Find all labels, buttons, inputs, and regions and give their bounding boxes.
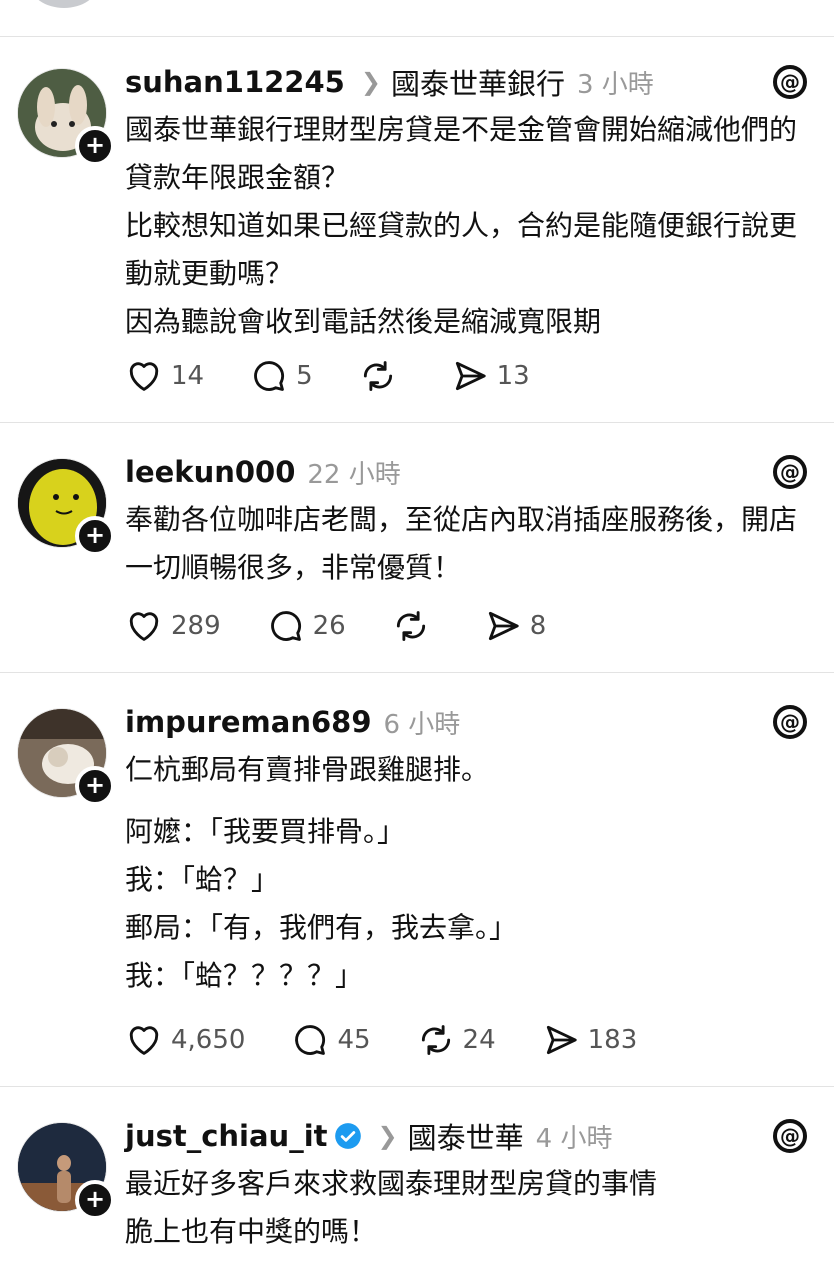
threads-icon[interactable]: @ [770, 62, 810, 102]
community-name[interactable]: 國泰世華 [408, 1115, 524, 1157]
post-body: 奉勸各位咖啡店老闆，至從店內取消插座服務後，開店一切順暢很多，非常優質！ [125, 496, 815, 592]
repost-count: 24 [462, 1025, 496, 1055]
comment-button[interactable]: 5 [250, 357, 313, 395]
post-text-line: 郵局：「有，我們有，我去拿。」 [125, 911, 518, 944]
heart-icon [129, 1026, 159, 1055]
post-header: impureman689 6 小時 [125, 702, 460, 742]
username[interactable]: leekun000 [125, 455, 295, 489]
post-header: leekun000 22 小時 [125, 452, 401, 492]
post-text-line: 奉勸各位咖啡店老闆，至從店內取消插座服務後，開店一切順暢很多，非常優質！ [125, 503, 798, 584]
share-button[interactable]: 8 [484, 607, 547, 645]
comment-icon [295, 1025, 326, 1055]
post-text-line: 脆上也有中獎的嗎！ [125, 1215, 378, 1248]
share-icon [488, 611, 519, 641]
svg-text:@: @ [780, 70, 800, 94]
like-count: 4,650 [171, 1025, 246, 1055]
post-actions: 14 5 13 [125, 356, 576, 396]
comment-count: 26 [312, 611, 346, 641]
post-actions: 289 26 8 [125, 606, 592, 646]
previous-post-avatar-fragment [30, 0, 98, 8]
share-count: 183 [587, 1025, 638, 1055]
post-text-line: 我：「蛤？」 [125, 863, 280, 896]
like-button[interactable]: 4,650 [125, 1021, 245, 1059]
share-count: 8 [529, 611, 547, 641]
follow-plus-icon[interactable]: + [75, 766, 115, 806]
post-text-line: 因為聽說會收到電話然後是縮減寬限期 [125, 305, 602, 338]
post-divider [0, 672, 834, 673]
post-text-line: 最近好多客戶來求救國泰理財型房貸的事情 [125, 1167, 658, 1200]
threads-icon[interactable]: @ [770, 452, 810, 492]
post-divider [0, 1086, 834, 1087]
username[interactable]: suhan112245 [125, 65, 345, 99]
comment-button[interactable]: 26 [267, 607, 346, 645]
avatar-post-1[interactable]: + [17, 68, 115, 166]
post-divider [0, 422, 834, 423]
username[interactable]: just_chiau_it [125, 1119, 328, 1153]
post-text-line: 國泰世華銀行理財型房貸是不是金管會開始縮減他們的貸款年限跟金額？ [125, 113, 798, 194]
avatar-post-2[interactable]: + [17, 458, 115, 556]
repost-icon [396, 611, 425, 641]
svg-text:@: @ [780, 710, 800, 734]
verified-badge-icon [334, 1123, 361, 1149]
chevron-right-icon: ❯ [360, 68, 381, 96]
username[interactable]: impureman689 [125, 705, 372, 739]
repost-icon [421, 1025, 450, 1055]
svg-text:@: @ [780, 1124, 800, 1148]
post-text-line: 比較想知道如果已經貸款的人，合約是能隨便銀行說更動就更動嗎？ [125, 209, 798, 290]
comment-count: 45 [337, 1025, 371, 1055]
chevron-right-icon: ❯ [377, 1122, 398, 1150]
follow-plus-icon[interactable]: + [75, 126, 115, 166]
heart-icon [129, 612, 159, 641]
post-header: suhan112245 ❯ 國泰世華銀行 3 小時 [125, 62, 654, 102]
repost-button[interactable]: 24 [417, 1021, 496, 1059]
like-count: 14 [171, 361, 205, 391]
like-button[interactable]: 14 [125, 357, 204, 395]
post-text-line: 阿嬤：「我要買排骨。」 [125, 815, 406, 848]
community-name[interactable]: 國泰世華銀行 [391, 61, 565, 103]
comment-icon [270, 611, 301, 641]
timestamp: 3 小時 [576, 69, 654, 100]
post-actions: 4,650 45 24 183 [125, 1020, 683, 1060]
comment-icon [254, 361, 285, 391]
timestamp: 22 小時 [307, 459, 401, 490]
share-icon [455, 361, 486, 391]
share-button[interactable]: 183 [542, 1021, 638, 1059]
timestamp: 4 小時 [535, 1123, 613, 1154]
share-button[interactable]: 13 [451, 357, 530, 395]
post-divider [0, 36, 834, 37]
repost-button[interactable] [359, 357, 405, 395]
comment-count: 5 [296, 361, 313, 391]
repost-icon [363, 361, 392, 391]
avatar-post-4[interactable]: + [17, 1122, 115, 1220]
heart-icon [129, 362, 159, 391]
repost-button[interactable] [392, 607, 438, 645]
timestamp: 6 小時 [383, 709, 461, 740]
share-icon [546, 1025, 577, 1055]
post-header: just_chiau_it ❯ 國泰世華 4 小時 [125, 1116, 612, 1156]
threads-icon[interactable]: @ [770, 702, 810, 742]
share-count: 13 [496, 361, 530, 391]
post-body: 最近好多客戶來求救國泰理財型房貸的事情 脆上也有中獎的嗎！ [125, 1160, 815, 1256]
post-text-line: 我：「蛤？？？？」 [125, 959, 364, 992]
follow-plus-icon[interactable]: + [75, 516, 115, 556]
like-count: 289 [171, 611, 221, 641]
comment-button[interactable]: 45 [291, 1021, 371, 1059]
like-button[interactable]: 289 [125, 607, 221, 645]
follow-plus-icon[interactable]: + [75, 1180, 115, 1220]
svg-text:@: @ [780, 460, 800, 484]
post-body: 仁杭郵局有賣排骨跟雞腿排。 阿嬤：「我要買排骨。」 我：「蛤？」 郵局：「有，我… [125, 746, 815, 1000]
avatar-post-3[interactable]: + [17, 708, 115, 806]
post-body: 國泰世華銀行理財型房貸是不是金管會開始縮減他們的貸款年限跟金額？ 比較想知道如果… [125, 106, 815, 346]
post-text-line: 仁杭郵局有賣排骨跟雞腿排。 [125, 753, 490, 786]
threads-icon[interactable]: @ [770, 1116, 810, 1156]
